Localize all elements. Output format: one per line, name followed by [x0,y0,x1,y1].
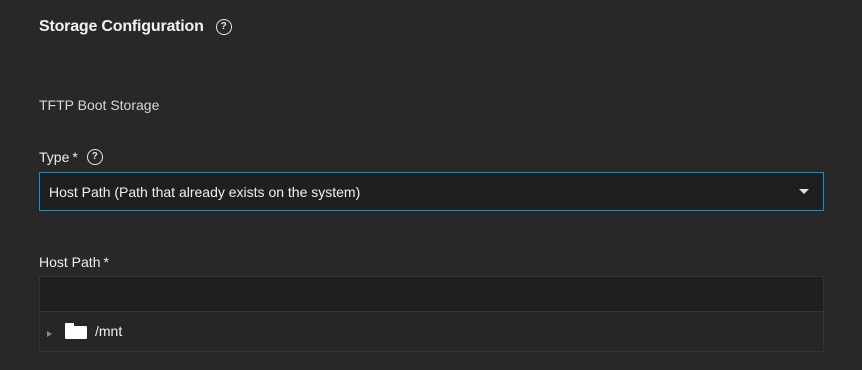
folder-icon [65,323,87,339]
required-marker: * [103,254,109,270]
section-title: Storage Configuration [39,18,204,35]
tree-node-label: /mnt [95,323,123,339]
host-path-input[interactable] [39,276,824,312]
section-header: Storage Configuration ? [39,16,232,38]
required-marker: * [72,149,78,165]
caret-down-icon [799,189,809,194]
host-path-label: Host Path [39,254,101,270]
type-field-label: Type * ? [39,148,103,166]
type-select-value: Host Path (Path that already exists on t… [49,183,361,200]
storage-configuration-form: Storage Configuration ? TFTP Boot Storag… [0,0,862,370]
question-circle-icon[interactable]: ? [86,149,103,165]
type-select[interactable]: Host Path (Path that already exists on t… [39,172,824,211]
file-explorer-tree: /mnt [39,312,824,352]
subsection-label: TFTP Boot Storage [39,97,160,113]
host-path-field-label: Host Path * [39,253,109,271]
type-label: Type [39,149,70,165]
question-circle-icon[interactable]: ? [215,19,232,35]
tree-node-mnt[interactable]: /mnt [47,320,122,342]
caret-right-icon[interactable] [47,331,52,337]
